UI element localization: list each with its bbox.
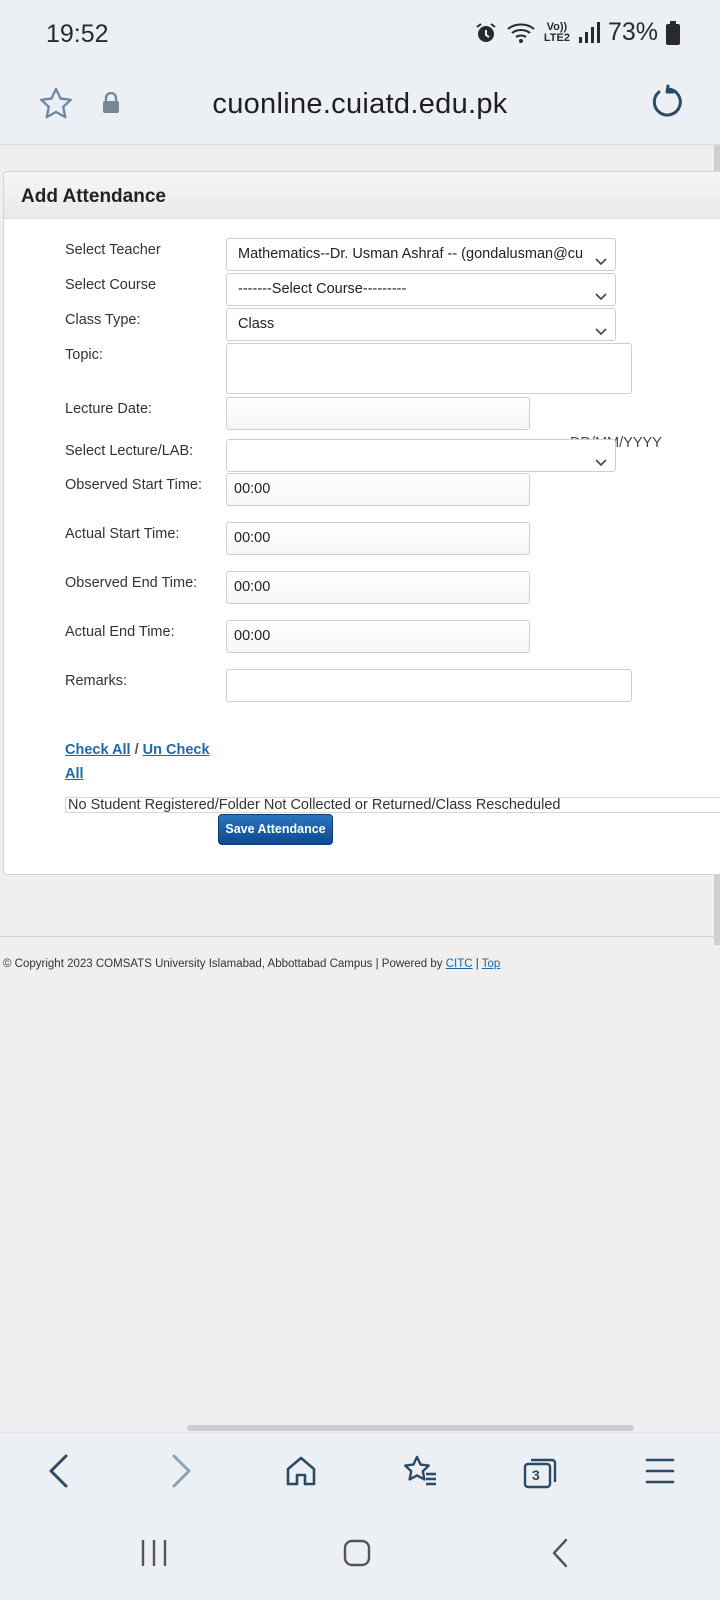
chevron-down-icon: [595, 318, 607, 340]
observed-end-time-input[interactable]: 00:00: [226, 571, 530, 604]
actual-start-time-label: Actual Start Time:: [65, 526, 180, 542]
status-icons: Vo)) LTE2 73%: [474, 18, 680, 47]
web-page: Add Attendance Select Teacher Mathematic…: [0, 145, 720, 1430]
back-button[interactable]: [39, 1453, 79, 1493]
address-bar: cuonline.cuiatd.edu.pk: [0, 72, 720, 145]
remarks-input[interactable]: [226, 669, 632, 702]
lecture-date-input[interactable]: [226, 397, 530, 430]
teacher-select[interactable]: Mathematics--Dr. Usman Ashraf -- (gondal…: [226, 238, 616, 271]
teacher-select-value: Mathematics--Dr. Usman Ashraf -- (gondal…: [238, 246, 584, 262]
battery-icon: [666, 20, 680, 45]
tabs-button[interactable]: 3: [520, 1453, 560, 1493]
alarm-icon: [474, 21, 498, 45]
back-icon: [47, 1454, 71, 1493]
horizontal-scrollbar[interactable]: [187, 1425, 634, 1431]
select-lecture-lab-label: Select Lecture/LAB:: [65, 443, 194, 459]
forward-icon: [169, 1454, 193, 1493]
actual-end-time-input[interactable]: 00:00: [226, 620, 530, 653]
select-course-label: Select Course: [65, 277, 157, 293]
links-separator: /: [130, 742, 143, 758]
tab-count: 3: [532, 1467, 540, 1483]
status-notice: No Student Registered/Folder Not Collect…: [65, 797, 720, 813]
tabs-icon: 3: [523, 1457, 557, 1489]
volte-label: Vo)): [546, 20, 568, 33]
save-attendance-button[interactable]: Save Attendance: [218, 814, 333, 845]
bookmarks-icon: [402, 1454, 438, 1493]
top-link[interactable]: Top: [482, 958, 501, 970]
class-type-value: Class: [238, 316, 275, 332]
citc-link[interactable]: CITC: [446, 958, 473, 970]
forward-button[interactable]: [161, 1453, 201, 1493]
network-type: Vo)) LTE2: [543, 20, 570, 44]
footer: © Copyright 2023 COMSATS University Isla…: [3, 958, 500, 970]
add-attendance-panel: Add Attendance Select Teacher Mathematic…: [3, 171, 720, 875]
chevron-down-icon: [595, 449, 607, 471]
class-type-select[interactable]: Class: [226, 308, 616, 341]
menu-button[interactable]: [640, 1453, 680, 1493]
back-nav-icon[interactable]: [550, 1538, 570, 1573]
lte-label: LTE2: [543, 31, 570, 44]
check-links: Check All / Un Check All: [65, 738, 225, 786]
chevron-down-icon: [595, 248, 607, 270]
signal-icon: [578, 21, 600, 44]
observed-start-time-label: Observed Start Time:: [65, 477, 202, 493]
panel-header: Add Attendance: [4, 172, 720, 219]
chevron-down-icon: [595, 283, 607, 305]
recent-apps-icon[interactable]: [140, 1538, 168, 1573]
footer-separator: |: [472, 958, 482, 970]
browser-toolbar: 3: [0, 1432, 720, 1513]
wifi-icon: [506, 22, 536, 44]
url-text[interactable]: cuonline.cuiatd.edu.pk: [0, 88, 720, 121]
copyright-text: © Copyright 2023 COMSATS University Isla…: [3, 958, 446, 970]
footer-divider: [0, 936, 720, 937]
actual-end-time-label: Actual End Time:: [65, 624, 175, 640]
observed-start-time-input[interactable]: 00:00: [226, 473, 530, 506]
course-select-value: -------Select Course---------: [238, 281, 407, 297]
battery-percent: 73%: [607, 18, 658, 46]
bookmarks-button[interactable]: [400, 1453, 440, 1493]
status-time: 19:52: [46, 20, 109, 48]
system-nav-bar: [0, 1512, 720, 1600]
select-teacher-label: Select Teacher: [65, 242, 161, 258]
reload-icon[interactable]: [648, 84, 684, 125]
home-icon: [284, 1454, 318, 1493]
remarks-label: Remarks:: [65, 673, 128, 689]
check-all-link[interactable]: Check All: [65, 742, 131, 758]
topic-label: Topic:: [65, 347, 103, 363]
course-select[interactable]: -------Select Course---------: [226, 273, 616, 306]
home-nav-icon[interactable]: [342, 1538, 372, 1573]
observed-end-time-label: Observed End Time:: [65, 575, 198, 591]
class-type-label: Class Type:: [65, 312, 141, 328]
menu-icon: [645, 1457, 675, 1490]
panel-title: Add Attendance: [21, 186, 166, 207]
home-button[interactable]: [281, 1453, 321, 1493]
topic-textarea[interactable]: [226, 343, 632, 394]
lecture-date-label: Lecture Date:: [65, 401, 153, 417]
actual-start-time-input[interactable]: 00:00: [226, 522, 530, 555]
lecture-lab-select[interactable]: [226, 439, 616, 472]
status-bar: 19:52 Vo)) LTE2 73%: [0, 0, 720, 72]
